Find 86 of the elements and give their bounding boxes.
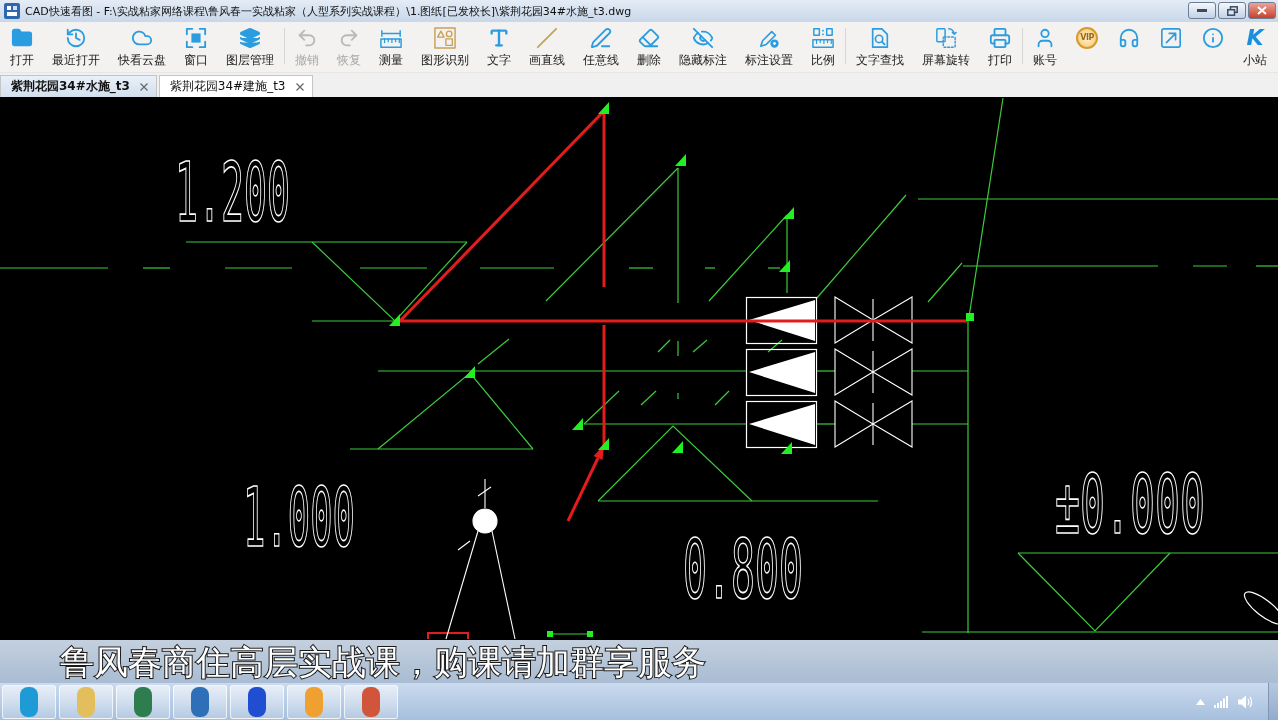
toolbar-button[interactable]: 任意线 [574,22,628,72]
taskbar-button[interactable] [173,684,227,719]
toolbar-button[interactable]: K 小站 [1234,22,1276,72]
toolbar-button[interactable]: 图层管理 [217,22,283,72]
minimize-button[interactable] [1188,2,1216,19]
toolbar-button[interactable]: 画直线 [520,22,574,72]
restore-button[interactable] [1218,2,1246,19]
endpoint-marker [598,438,609,450]
folder-icon [11,27,33,49]
elevation-label: 1.200 [175,145,290,241]
endpoint-marker [672,441,683,453]
history-icon [65,27,87,49]
chevron-up-icon [1196,698,1205,705]
scale-ruler-icon [812,27,834,49]
rotate-screen-icon [935,27,957,49]
show-hidden-icons-button[interactable] [1196,698,1205,705]
drawing-canvas[interactable]: 1.200 1.000 0.800 ±0.000 [0,97,1278,640]
info-icon [1202,27,1224,49]
endpoint-marker [781,442,792,454]
app-icon [4,3,20,19]
taskbar-button[interactable] [116,684,170,719]
show-desktop-button[interactable] [1268,683,1278,720]
endpoint-marker [464,366,475,378]
minimize-icon [1197,9,1207,12]
file-search-icon [869,27,891,49]
elevation-label: 0.800 [683,521,803,618]
shapes-icon [434,27,456,49]
window-title: CAD快速看图 - F:\实战粘家网络课程\鲁风春一实战粘家（人型系列实战课程）\1.图纸[已发校长]\紫荆花园34#水施_t3.dwg [25,3,632,19]
type-icon [488,27,510,49]
toolbar-button[interactable]: 图形识别 [412,22,478,72]
toolbar-button[interactable]: 测量 [370,22,412,72]
endpoint-marker [966,313,974,321]
endpoint-marker [572,418,583,430]
endpoint-marker [779,260,790,272]
toolbar-button[interactable]: 文字查找 [847,22,913,72]
site-logo: K [1246,27,1264,49]
toolbar-button[interactable]: 最近打开 [43,22,109,72]
close-button[interactable] [1248,2,1276,19]
expand-icon [1160,27,1182,49]
endpoint-marker [783,207,794,219]
taskbar-button[interactable] [344,684,398,719]
undo-icon [296,27,318,49]
toolbar-button[interactable]: 删除 [628,22,670,72]
document-tab[interactable]: 紫荆花园34#建施_t3 [158,75,313,97]
toolbar-button[interactable]: 标注设置 [736,22,802,72]
redo-icon [338,27,360,49]
toolbar-button[interactable]: 文字 [478,22,520,72]
toolbar-button[interactable]: VIP [1066,22,1108,72]
video-caption: 鲁风春商住高层实战课，购课请加群享服务 [60,641,706,682]
toolbar-button[interactable]: 隐藏标注 [670,22,736,72]
ruler-icon [380,27,402,49]
toolbar-button[interactable]: 账号 [1024,22,1066,72]
printer-icon [989,27,1011,49]
line-icon [536,27,558,49]
bracket-mark [427,632,469,640]
close-icon [1257,6,1267,15]
toolbar-button[interactable]: 窗口 [175,22,217,72]
elevation-label: 1.000 [243,470,355,566]
layers-icon [239,27,261,49]
frame-corners-icon [185,27,207,49]
endpoint-marker [675,154,686,166]
volume-button[interactable] [1238,694,1253,709]
pen-icon [590,27,612,49]
endpoint-marker [598,102,609,114]
elevation-label: ±0.000 [1055,457,1205,552]
restore-icon [1226,5,1238,16]
signal-icon [1214,695,1229,708]
network-button[interactable] [1214,695,1229,708]
toolbar-button[interactable]: 打开 [1,22,43,72]
headset-icon [1118,27,1140,49]
endpoint-marker [587,631,593,637]
eraser-icon [638,27,660,49]
endpoint-marker [389,314,400,326]
close-icon[interactable] [295,82,304,91]
toolbar-button[interactable]: 比例 [802,22,844,72]
vip-medal: VIP [1076,27,1098,49]
endpoint-marker [547,631,553,637]
taskbar-button[interactable] [2,684,56,719]
close-icon[interactable] [139,82,148,91]
taskbar-button[interactable] [230,684,284,719]
toolbar-button[interactable]: 屏幕旋转 [913,22,979,72]
eye-off-icon [692,27,714,49]
toolbar-button[interactable]: 快看云盘 [109,22,175,72]
speaker-icon [1238,694,1253,709]
document-tab[interactable]: 紫荆花园34#水施_t3 [0,75,157,97]
toolbar-button[interactable]: 打印 [979,22,1021,72]
